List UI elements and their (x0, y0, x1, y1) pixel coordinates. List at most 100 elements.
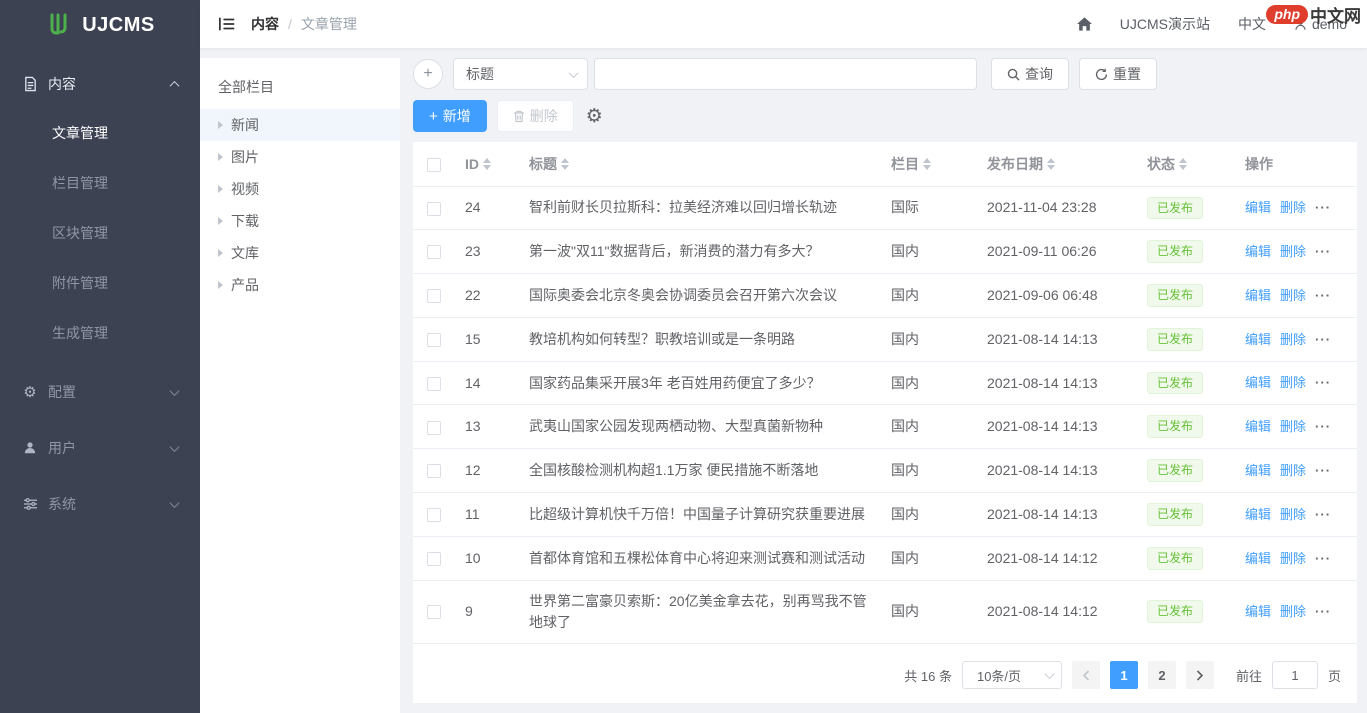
page-number-button[interactable]: 2 (1148, 661, 1176, 689)
prev-page-button[interactable] (1072, 661, 1100, 689)
column-settings-icon[interactable]: ⚙ (586, 107, 603, 126)
sort-icon[interactable] (561, 158, 569, 170)
search-button[interactable]: 查询 (991, 58, 1069, 90)
tree-item[interactable]: 文库 (200, 237, 400, 269)
select-all-checkbox[interactable] (427, 158, 441, 172)
row-checkbox[interactable] (427, 333, 441, 347)
tree-item[interactable]: 视频 (200, 173, 400, 205)
edit-link[interactable]: 编辑 (1245, 286, 1271, 306)
chevron-up-icon (170, 80, 180, 90)
caret-right-icon[interactable] (218, 281, 223, 289)
sidebar-submenu-item[interactable]: 生成管理 (0, 308, 200, 358)
more-actions-icon[interactable]: ··· (1315, 242, 1331, 262)
row-checkbox[interactable] (427, 202, 441, 216)
delete-link[interactable]: 删除 (1280, 461, 1306, 481)
sidebar-submenu-label: 区块管理 (52, 223, 108, 243)
delete-link[interactable]: 删除 (1280, 242, 1306, 262)
row-checkbox[interactable] (427, 508, 441, 522)
cell-id: 12 (457, 449, 521, 493)
delete-link[interactable]: 删除 (1280, 549, 1306, 569)
tree-item[interactable]: 下载 (200, 205, 400, 237)
sidebar-section-config[interactable]: ⚙ 配置 (0, 364, 200, 420)
language-switch[interactable]: 中文 (1238, 14, 1266, 34)
caret-right-icon[interactable] (218, 249, 223, 257)
filter-field-select[interactable]: 标题 (453, 58, 588, 90)
sort-icon[interactable] (483, 158, 491, 170)
edit-link[interactable]: 编辑 (1245, 505, 1271, 525)
delete-selected-button[interactable]: 删除 (497, 100, 574, 132)
page-size-select[interactable]: 10条/页 (962, 661, 1062, 689)
more-actions-icon[interactable]: ··· (1315, 549, 1331, 569)
edit-link[interactable]: 编辑 (1245, 242, 1271, 262)
sidebar-section-system[interactable]: 系统 (0, 476, 200, 532)
add-article-button[interactable]: + 新增 (413, 100, 487, 132)
more-actions-icon[interactable]: ··· (1315, 417, 1331, 437)
delete-link[interactable]: 删除 (1280, 373, 1306, 393)
delete-link[interactable]: 删除 (1280, 505, 1306, 525)
delete-link[interactable]: 删除 (1280, 602, 1306, 622)
sidebar-submenu-item[interactable]: 区块管理 (0, 208, 200, 258)
delete-link[interactable]: 删除 (1280, 286, 1306, 306)
row-checkbox[interactable] (427, 245, 441, 259)
edit-link[interactable]: 编辑 (1245, 417, 1271, 437)
sidebar-submenu-content: 文章管理 栏目管理 区块管理 附件管理 生成管理 (0, 108, 200, 358)
topbar: 内容 / 文章管理 UJCMS演示站 中文 demo (200, 0, 1367, 48)
delete-link[interactable]: 删除 (1280, 417, 1306, 437)
more-actions-icon[interactable]: ··· (1315, 505, 1331, 525)
sidebar-section-content[interactable]: 内容 (0, 60, 200, 108)
row-checkbox[interactable] (427, 464, 441, 478)
more-actions-icon[interactable]: ··· (1315, 602, 1331, 622)
tree-all-channels[interactable]: 全部栏目 (200, 68, 400, 109)
more-actions-icon[interactable]: ··· (1315, 286, 1331, 306)
sidebar-section-users[interactable]: 用户 (0, 420, 200, 476)
delete-link[interactable]: 删除 (1280, 330, 1306, 350)
caret-right-icon[interactable] (218, 153, 223, 161)
caret-right-icon[interactable] (218, 217, 223, 225)
edit-link[interactable]: 编辑 (1245, 602, 1271, 622)
delete-link[interactable]: 删除 (1280, 198, 1306, 218)
edit-link[interactable]: 编辑 (1245, 373, 1271, 393)
sidebar-submenu-item[interactable]: 文章管理 (0, 108, 200, 158)
keyword-input[interactable] (594, 58, 977, 90)
sort-icon[interactable] (1179, 158, 1187, 170)
edit-link[interactable]: 编辑 (1245, 549, 1271, 569)
row-checkbox[interactable] (427, 552, 441, 566)
breadcrumb-root[interactable]: 内容 (251, 14, 279, 34)
row-checkbox[interactable] (427, 421, 441, 435)
cell-date: 2021-08-14 14:12 (979, 536, 1139, 580)
next-page-button[interactable] (1186, 661, 1214, 689)
more-actions-icon[interactable]: ··· (1315, 330, 1331, 350)
reset-button[interactable]: 重置 (1079, 58, 1157, 90)
logo[interactable]: UJCMS (0, 0, 200, 50)
page-number-button[interactable]: 1 (1110, 661, 1138, 689)
more-actions-icon[interactable]: ··· (1315, 373, 1331, 393)
sidebar-fold-icon[interactable] (218, 16, 235, 32)
cell-date: 2021-08-14 14:13 (979, 493, 1139, 537)
sort-icon[interactable] (923, 158, 931, 170)
article-table: ID 标题 栏目 发布日期 状态 操作 (413, 142, 1357, 644)
caret-right-icon[interactable] (218, 121, 223, 129)
col-channel: 栏目 (891, 154, 919, 174)
tree-item[interactable]: 产品 (200, 269, 400, 301)
tree-item[interactable]: 图片 (200, 141, 400, 173)
sidebar-section-label: 配置 (48, 382, 76, 402)
row-checkbox[interactable] (427, 289, 441, 303)
sidebar-submenu-label: 栏目管理 (52, 173, 108, 193)
goto-page-input[interactable] (1272, 661, 1318, 689)
sort-icon[interactable] (1047, 158, 1055, 170)
edit-link[interactable]: 编辑 (1245, 198, 1271, 218)
sidebar-submenu-item[interactable]: 栏目管理 (0, 158, 200, 208)
caret-right-icon[interactable] (218, 185, 223, 193)
row-checkbox[interactable] (427, 605, 441, 619)
edit-link[interactable]: 编辑 (1245, 461, 1271, 481)
edit-link[interactable]: 编辑 (1245, 330, 1271, 350)
more-actions-icon[interactable]: ··· (1315, 198, 1331, 218)
site-link[interactable]: UJCMS演示站 (1120, 14, 1210, 34)
sidebar-submenu-item[interactable]: 附件管理 (0, 258, 200, 308)
row-checkbox[interactable] (427, 377, 441, 391)
add-condition-button[interactable]: + (413, 59, 443, 89)
tree-item[interactable]: 新闻 (200, 109, 400, 141)
more-actions-icon[interactable]: ··· (1315, 461, 1331, 481)
cell-id: 14 (457, 361, 521, 405)
home-icon[interactable] (1077, 17, 1092, 31)
